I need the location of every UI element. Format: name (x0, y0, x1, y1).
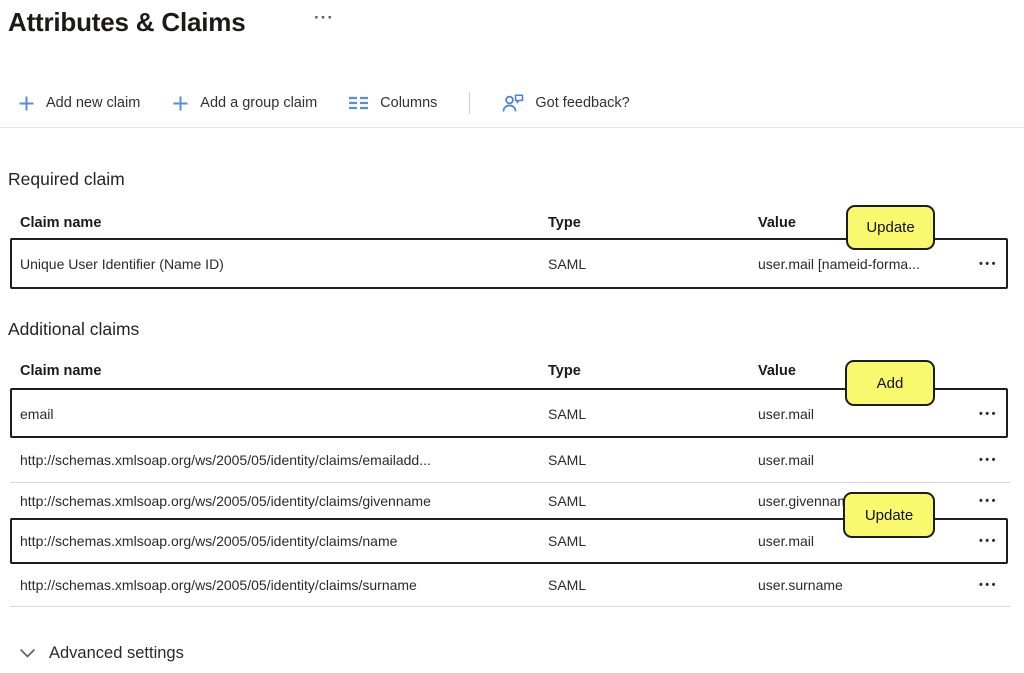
annotation-sticker-add-email: Add (845, 360, 935, 406)
add-group-claim-button[interactable]: Add a group claim (172, 95, 317, 112)
row-menu-button[interactable]: ••• (925, 535, 1010, 547)
row-menu-button[interactable]: ••• (925, 495, 1010, 507)
annotation-sticker-update-name: Update (843, 492, 935, 538)
claim-type-cell: SAML (548, 452, 758, 468)
page-title: Attributes & Claims (8, 7, 245, 38)
claim-type-cell: SAML (548, 406, 758, 422)
claim-type-cell: SAML (548, 256, 758, 272)
columns-label: Columns (380, 95, 437, 111)
claim-name-cell: http://schemas.xmlsoap.org/ws/2005/05/id… (20, 452, 548, 468)
required-claim-heading: Required claim (8, 169, 125, 190)
toolbar-rule (0, 127, 1024, 128)
claim-type-cell: SAML (548, 493, 758, 509)
got-feedback-button[interactable]: Got feedback? (502, 94, 629, 113)
advanced-settings-toggle[interactable]: Advanced settings (20, 644, 184, 663)
claim-value-cell: user.mail (758, 406, 925, 422)
row-separator (10, 482, 1010, 483)
annotation-sticker-update-required: Update (846, 205, 935, 250)
claim-name-cell: email (20, 406, 548, 422)
claim-name-cell: http://schemas.xmlsoap.org/ws/2005/05/id… (20, 577, 548, 593)
claim-name-cell: http://schemas.xmlsoap.org/ws/2005/05/id… (20, 493, 548, 509)
add-new-claim-button[interactable]: Add new claim (18, 95, 140, 112)
advanced-settings-label: Advanced settings (49, 644, 184, 663)
column-header-claim-name: Claim name (20, 363, 548, 379)
title-more-options-button[interactable]: ··· (314, 8, 334, 28)
claim-row-surname[interactable]: http://schemas.xmlsoap.org/ws/2005/05/id… (0, 563, 1024, 606)
column-header-claim-name: Claim name (20, 215, 548, 231)
column-header-type: Type (548, 363, 758, 379)
claim-row-emailaddress[interactable]: http://schemas.xmlsoap.org/ws/2005/05/id… (0, 438, 1024, 482)
column-header-type: Type (548, 215, 758, 231)
chevron-down-icon (20, 649, 35, 658)
add-new-claim-label: Add new claim (46, 95, 140, 111)
plus-icon (18, 95, 35, 112)
claim-type-cell: SAML (548, 533, 758, 549)
feedback-icon (502, 94, 524, 113)
row-menu-button[interactable]: ••• (925, 579, 1010, 591)
additional-claims-heading: Additional claims (8, 319, 139, 340)
got-feedback-label: Got feedback? (535, 95, 629, 111)
row-separator (10, 606, 1010, 607)
claim-value-cell: user.mail (758, 452, 925, 468)
plus-icon (172, 95, 189, 112)
columns-button[interactable]: Columns (349, 95, 437, 111)
add-group-claim-label: Add a group claim (200, 95, 317, 111)
claim-value-cell: user.surname (758, 577, 925, 593)
row-menu-button[interactable]: ••• (925, 454, 1010, 466)
row-menu-button[interactable]: ••• (925, 258, 1010, 270)
row-menu-button[interactable]: ••• (925, 408, 1010, 420)
command-bar: Add new claim Add a group claim Columns (18, 88, 630, 118)
attributes-claims-page: Attributes & Claims ··· Add new claim Ad… (0, 0, 1024, 673)
claim-type-cell: SAML (548, 577, 758, 593)
claim-name-cell: Unique User Identifier (Name ID) (20, 256, 548, 272)
claim-value-cell: user.mail [nameid-forma... (758, 256, 925, 272)
toolbar-divider (469, 92, 470, 114)
claim-name-cell: http://schemas.xmlsoap.org/ws/2005/05/id… (20, 533, 548, 549)
columns-icon (349, 96, 369, 110)
